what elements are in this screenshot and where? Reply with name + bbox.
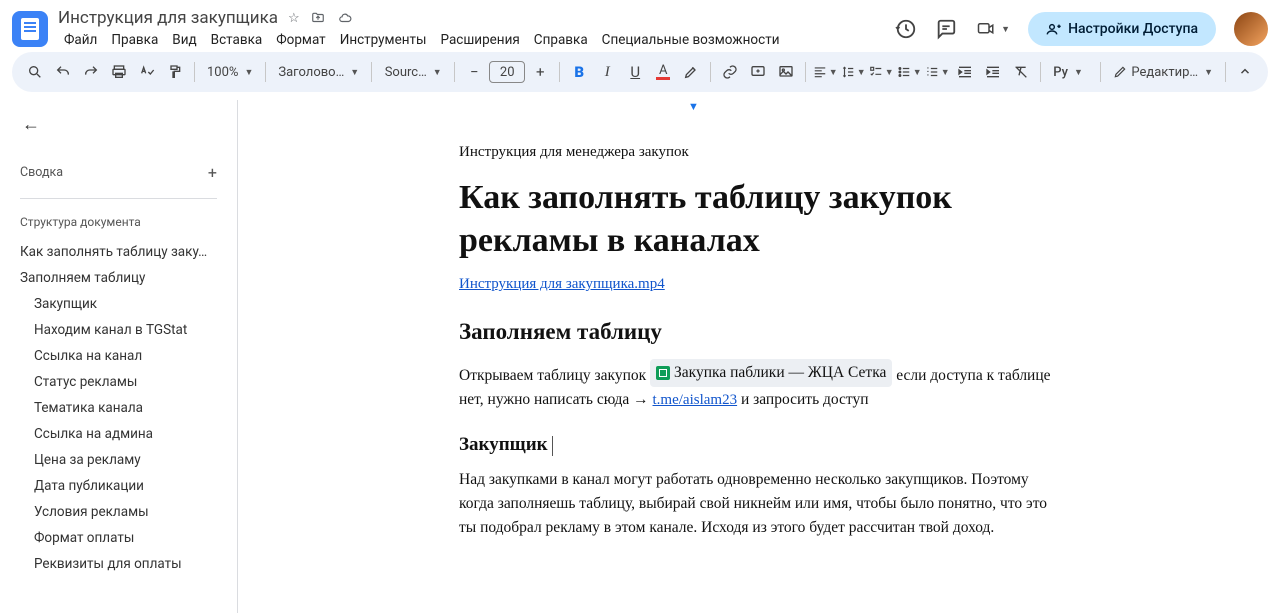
outline-title: Структура документа	[0, 209, 237, 239]
search-icon[interactable]	[22, 58, 48, 86]
decrease-indent-icon[interactable]	[952, 58, 978, 86]
outline-item[interactable]: Тематика канала	[0, 395, 237, 421]
menu-file[interactable]: Файл	[58, 30, 103, 50]
outline-item[interactable]: Находим канал в TGStat	[0, 317, 237, 343]
header: Инструкция для закупщика ☆ Файл Правка В…	[0, 0, 1280, 52]
outline: Как заполнять таблицу заку… Заполняем та…	[0, 239, 237, 613]
bulleted-list-button[interactable]: ▼	[896, 58, 922, 86]
menu-help[interactable]: Справка	[528, 30, 594, 50]
doc-subtitle[interactable]: Инструкция для менеджера закупок	[459, 144, 1059, 161]
redo-icon[interactable]	[78, 58, 104, 86]
insert-image-icon[interactable]	[773, 58, 799, 86]
outline-item[interactable]: Как заполнять таблицу заку…	[0, 239, 237, 265]
doc-link-tg[interactable]: t.me/aislam23	[653, 392, 738, 408]
menu-a11y[interactable]: Специальные возможности	[596, 30, 786, 50]
font-size-input[interactable]: 20	[489, 61, 525, 83]
doc-paragraph[interactable]: Над закупками в канал могут работать одн…	[459, 468, 1059, 540]
doc-link-video[interactable]: Инструкция для закупщика.mp4	[459, 276, 665, 292]
add-comment-icon[interactable]	[745, 58, 771, 86]
menubar: Файл Правка Вид Вставка Формат Инструмен…	[58, 30, 895, 50]
undo-icon[interactable]	[50, 58, 76, 86]
italic-button[interactable]: I	[594, 58, 620, 86]
underline-button[interactable]: U	[622, 58, 648, 86]
menu-view[interactable]: Вид	[166, 30, 202, 50]
spellcheck-icon[interactable]	[134, 58, 160, 86]
font-size-inc[interactable]: +	[527, 58, 553, 86]
zoom-select[interactable]: 100%▼	[201, 58, 259, 86]
ruler-indent-marker-icon[interactable]: ▼	[688, 100, 699, 113]
menu-insert[interactable]: Вставка	[205, 30, 269, 50]
checklist-button[interactable]: ▼	[868, 58, 894, 86]
outline-item[interactable]: Заполняем таблицу	[0, 265, 237, 291]
sidebar: ← Сводка + Структура документа Как запол…	[0, 100, 238, 613]
bold-button[interactable]: B	[566, 58, 592, 86]
outline-item[interactable]: Цена за рекламу	[0, 447, 237, 473]
outline-item[interactable]: Статус рекламы	[0, 369, 237, 395]
docs-logo[interactable]	[12, 11, 48, 47]
text-color-button[interactable]: A	[650, 58, 676, 86]
menu-tools[interactable]: Инструменты	[334, 30, 433, 50]
menu-extensions[interactable]: Расширения	[435, 30, 526, 50]
comments-icon[interactable]	[935, 18, 957, 40]
outline-item[interactable]: Закупщик	[0, 291, 237, 317]
page[interactable]: Инструкция для менеджера закупок Как зап…	[439, 114, 1079, 540]
add-summary-icon[interactable]: +	[208, 163, 217, 182]
toolbar: 100%▼ Заголово…▼ Sourc…▼ − 20 + B I U A …	[12, 52, 1268, 92]
doc-h3[interactable]: Закупщик	[459, 434, 1059, 456]
menu-format[interactable]: Формат	[270, 30, 331, 50]
text-cursor	[552, 436, 553, 456]
doc-h1[interactable]: Как заполнять таблицу закупок рекламы в …	[459, 177, 1059, 262]
outline-item[interactable]: Условия рекламы	[0, 499, 237, 525]
star-icon[interactable]: ☆	[288, 11, 300, 26]
increase-indent-icon[interactable]	[980, 58, 1006, 86]
history-icon[interactable]	[895, 18, 917, 40]
menu-edit[interactable]: Правка	[105, 30, 164, 50]
collapse-outline-icon[interactable]: ←	[22, 114, 40, 135]
font-size-dec[interactable]: −	[461, 58, 487, 86]
font-select[interactable]: Sourc…▼	[378, 58, 448, 86]
outline-item[interactable]: Формат оплаты	[0, 525, 237, 551]
outline-item[interactable]: Реквизиты для оплаты	[0, 551, 237, 577]
outline-item[interactable]: Ссылка на канал	[0, 343, 237, 369]
share-label: Настройки Доступа	[1068, 21, 1198, 37]
cloud-icon[interactable]	[336, 11, 354, 26]
highlight-button[interactable]	[678, 58, 704, 86]
sheets-icon	[656, 366, 670, 380]
outline-item[interactable]: Дата публикации	[0, 473, 237, 499]
print-icon[interactable]	[106, 58, 132, 86]
sheets-chip[interactable]: Закупка паблики — ЖЦА Сетка	[650, 359, 892, 387]
paint-format-icon[interactable]	[162, 58, 188, 86]
doc-paragraph[interactable]: Открываем таблицу закупок Закупка паблик…	[459, 359, 1059, 412]
styles-select[interactable]: Заголово…▼	[272, 58, 365, 86]
outline-item[interactable]: Ссылка на админа	[0, 421, 237, 447]
summary-label: Сводка	[20, 165, 63, 180]
doc-h2[interactable]: Заполняем таблицу	[459, 319, 1059, 345]
avatar[interactable]	[1234, 12, 1268, 46]
numbered-list-button[interactable]: ▼	[924, 58, 950, 86]
insert-link-icon[interactable]	[717, 58, 743, 86]
align-button[interactable]: ▼	[812, 58, 838, 86]
clear-formatting-icon[interactable]	[1008, 58, 1034, 86]
line-spacing-button[interactable]: ▼	[840, 58, 866, 86]
document-area[interactable]: ▼ ▼ Инструкция для менеджера закупок Как…	[238, 100, 1280, 613]
doc-title[interactable]: Инструкция для закупщика	[58, 8, 278, 28]
editing-mode-button[interactable]: Редактир…▼	[1107, 58, 1219, 86]
input-tools-button[interactable]: Ру▼	[1047, 58, 1089, 86]
share-button[interactable]: Настройки Доступа	[1028, 12, 1216, 46]
move-icon[interactable]	[310, 11, 326, 26]
titlebar: Инструкция для закупщика ☆ Файл Правка В…	[58, 8, 895, 50]
collapse-toolbar-icon[interactable]	[1232, 58, 1258, 86]
meet-icon[interactable]: ▼	[975, 20, 1010, 38]
